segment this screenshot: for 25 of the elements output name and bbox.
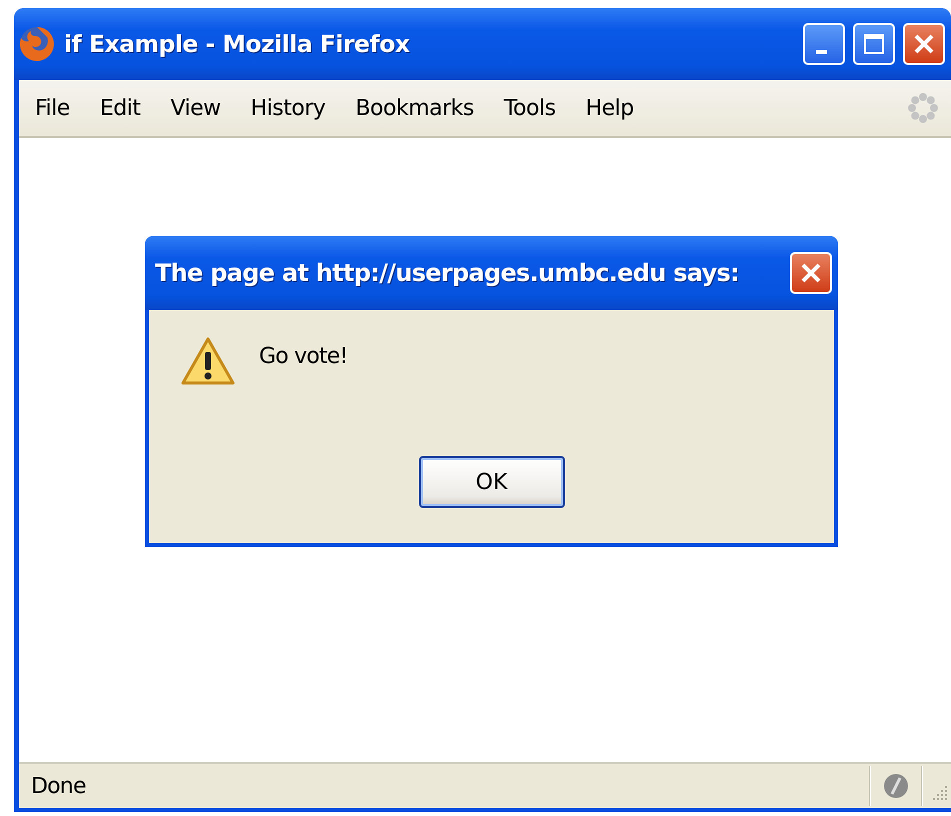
minimize-icon [816, 50, 826, 54]
maximize-icon [862, 32, 886, 56]
warning-icon [181, 336, 235, 386]
menu-item[interactable]: View [166, 96, 225, 120]
maximize-button[interactable] [853, 23, 895, 65]
resize-grip-icon [931, 784, 949, 802]
menu-item[interactable]: File [31, 96, 74, 120]
security-icon [883, 773, 909, 799]
minimize-button[interactable] [803, 23, 845, 65]
ok-button[interactable]: OK [418, 456, 564, 508]
close-icon [912, 32, 936, 56]
close-button[interactable] [903, 23, 945, 65]
dialog-title: The page at http://userpages.umbc.edu says: [155, 259, 740, 287]
menu-item[interactable]: Tools [500, 96, 560, 120]
menu-item[interactable]: Help [582, 96, 638, 120]
menu-item[interactable]: Edit [96, 96, 144, 120]
throbber-icon [907, 92, 939, 124]
status-text: Done [31, 774, 87, 798]
alert-message: Go vote! [259, 344, 348, 371]
menu-item[interactable]: History [246, 96, 330, 120]
browser-logo-icon [18, 25, 56, 63]
close-button[interactable] [790, 252, 832, 294]
window-title: if Example - Mozilla Firefox [64, 30, 411, 58]
menu-item[interactable]: Bookmarks [351, 96, 478, 120]
close-icon [799, 261, 823, 285]
